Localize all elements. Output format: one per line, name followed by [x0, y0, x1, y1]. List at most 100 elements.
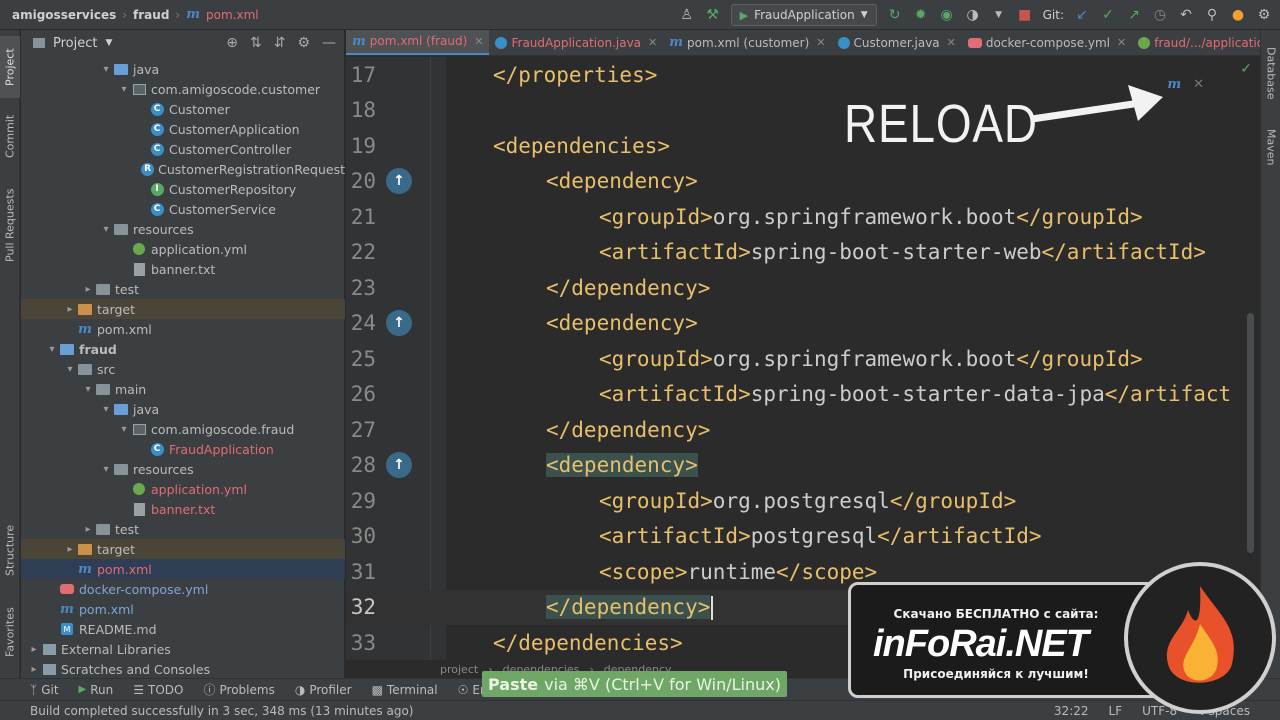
breadcrumb-module[interactable]: fraud	[133, 8, 169, 22]
dependency-update-icon[interactable]: ↑	[386, 168, 412, 195]
tree-item[interactable]: R CustomerRegistrationRequest	[21, 159, 345, 179]
code-line[interactable]: 24 ↑ <dependency>	[346, 306, 1260, 342]
settings-icon[interactable]: ⚙	[1256, 7, 1272, 23]
gear-icon[interactable]: ⚙	[297, 35, 310, 51]
tree-item[interactable]: ▾ resources	[21, 459, 345, 479]
tree-item[interactable]: ▸ test	[21, 519, 345, 539]
editor-tab[interactable]: m pom.xml (fraud) ✕	[346, 30, 490, 55]
rerun-icon[interactable]: ↻	[887, 7, 903, 23]
project-panel-title[interactable]: Project	[53, 36, 97, 51]
tree-item[interactable]: C CustomerService	[21, 199, 345, 219]
chevron-down-icon[interactable]: ▾	[117, 84, 131, 95]
code-line[interactable]: 27 </dependency>	[346, 412, 1260, 448]
editor-crumb[interactable]: project	[440, 663, 478, 676]
build-hammer-icon[interactable]: ⚒	[705, 7, 721, 23]
inspection-ok-icon[interactable]: ✓	[1240, 61, 1252, 77]
tree-item[interactable]: ▸ External Libraries	[21, 639, 345, 659]
tree-item[interactable]: I CustomerRepository	[21, 179, 345, 199]
chevron-down-icon[interactable]: ▾	[117, 424, 131, 435]
user-icon[interactable]: ♙	[679, 7, 695, 23]
tree-item[interactable]: ▸ Scratches and Consoles	[21, 659, 345, 679]
git-commit-icon[interactable]: ✓	[1100, 7, 1116, 23]
tree-item[interactable]: ▾ fraud	[21, 339, 345, 359]
line-separator[interactable]: LF	[1109, 704, 1123, 718]
code-line[interactable]: 29 <groupId>org.postgresql</groupId>	[346, 483, 1260, 519]
code-line[interactable]: 19 <dependencies>	[346, 128, 1260, 164]
tree-item[interactable]: m pom.xml	[21, 559, 345, 579]
close-tab-icon[interactable]: ✕	[474, 35, 483, 48]
chevron-down-icon[interactable]: ▾	[81, 384, 95, 395]
caret-position[interactable]: 32:22	[1054, 704, 1089, 718]
close-tab-icon[interactable]: ✕	[816, 36, 825, 49]
close-icon[interactable]: ✕	[1193, 77, 1204, 92]
editor-tab[interactable]: Customer.java ✕	[832, 30, 962, 55]
tool-tab-database[interactable]: Database	[1261, 38, 1280, 108]
stop-icon[interactable]: ■	[1017, 7, 1033, 23]
code-line[interactable]: 30 <artifactId>postgresql</artifactId>	[346, 519, 1260, 555]
tree-item[interactable]: banner.txt	[21, 499, 345, 519]
tree-item[interactable]: C CustomerApplication	[21, 119, 345, 139]
tool-window-terminal[interactable]: ▩ Terminal	[372, 683, 438, 697]
more-run-chevron-icon[interactable]: ▼	[991, 10, 1007, 20]
tree-item[interactable]: ▾ main	[21, 379, 345, 399]
chevron-down-icon[interactable]: ▾	[63, 364, 77, 375]
breadcrumb-file[interactable]: pom.xml	[206, 8, 259, 22]
tool-tab-project[interactable]: Project	[0, 36, 20, 98]
tool-window-run[interactable]: ▶ Run	[79, 683, 114, 697]
tool-window-git[interactable]: ᛉ Git	[30, 683, 59, 697]
hide-icon[interactable]: —	[322, 35, 336, 51]
code-editor[interactable]: 17 </properties> 18 19 <dependencies> 20 ↑ <dep…	[346, 57, 1260, 660]
git-history-icon[interactable]: ◷	[1152, 7, 1168, 23]
collapse-all-icon[interactable]: ⇵	[274, 35, 286, 51]
chevron-right-icon[interactable]: ▸	[63, 304, 77, 315]
editor-tab[interactable]: m pom.xml (customer) ✕	[663, 30, 831, 55]
chevron-right-icon[interactable]: ▸	[27, 664, 41, 675]
locate-icon[interactable]: ⊕	[226, 35, 238, 51]
chevron-down-icon[interactable]: ▾	[99, 464, 113, 475]
tree-item[interactable]: C Customer	[21, 99, 345, 119]
profiler-icon[interactable]: ◑	[965, 7, 981, 23]
code-line[interactable]: 25 <groupId>org.springframework.boot</gro…	[346, 341, 1260, 377]
tool-tab-pull-requests[interactable]: Pull Requests	[0, 180, 20, 270]
run-configuration-select[interactable]: ▶ FraudApplication ▼	[730, 4, 877, 26]
tree-item[interactable]: docker-compose.yml	[21, 579, 345, 599]
tree-item[interactable]: ▸ target	[21, 539, 345, 559]
tree-item[interactable]: M README.md	[21, 619, 345, 639]
code-line[interactable]: 23 </dependency>	[346, 270, 1260, 306]
tree-item[interactable]: application.yml	[21, 239, 345, 259]
git-rollback-icon[interactable]: ↶	[1178, 7, 1194, 23]
chevron-down-icon[interactable]: ▾	[99, 404, 113, 415]
tool-tab-structure[interactable]: Structure	[0, 518, 20, 582]
chevron-right-icon[interactable]: ▸	[81, 284, 95, 295]
tool-window-todo[interactable]: ☰ TODO	[133, 683, 183, 697]
git-update-icon[interactable]: ↙	[1074, 7, 1090, 23]
tree-item[interactable]: ▾ java	[21, 59, 345, 79]
chevron-right-icon[interactable]: ▸	[27, 644, 41, 655]
editor-scrollbar[interactable]	[1247, 313, 1254, 553]
tree-item[interactable]: ▾ com.amigoscode.fraud	[21, 419, 345, 439]
chevron-down-icon[interactable]: ▼	[105, 38, 112, 48]
tool-tab-favorites[interactable]: Favorites	[0, 600, 20, 664]
code-line[interactable]: 28 ↑ <dependency>	[346, 448, 1260, 484]
chevron-right-icon[interactable]: ▸	[63, 544, 77, 555]
chevron-down-icon[interactable]: ▾	[45, 344, 59, 355]
code-line[interactable]: 21 <groupId>org.springframework.boot</gro…	[346, 199, 1260, 235]
tree-item[interactable]: ▾ src	[21, 359, 345, 379]
tree-item[interactable]: ▾ java	[21, 399, 345, 419]
maven-reload-icon[interactable]: m	[1167, 77, 1181, 92]
chevron-down-icon[interactable]: ▾	[99, 224, 113, 235]
dependency-update-icon[interactable]: ↑	[386, 452, 412, 479]
close-tab-icon[interactable]: ✕	[947, 36, 956, 49]
tree-item[interactable]: application.yml	[21, 479, 345, 499]
breadcrumb-project[interactable]: amigosservices	[12, 8, 116, 22]
tree-item[interactable]: m pom.xml	[21, 599, 345, 619]
tree-item[interactable]: C CustomerController	[21, 139, 345, 159]
chevron-right-icon[interactable]: ▸	[81, 524, 95, 535]
tool-window-profiler[interactable]: ◑ Profiler	[295, 683, 352, 697]
status-message[interactable]: Build completed successfully in 3 sec, 3…	[30, 704, 413, 718]
editor-tab[interactable]: docker-compose.yml ✕	[962, 30, 1132, 55]
editor-tab[interactable]: fraud/.../application.yml✕	[1132, 30, 1260, 55]
close-tab-icon[interactable]: ✕	[648, 36, 657, 49]
code-line[interactable]: 26 <artifactId>spring-boot-starter-data-j…	[346, 377, 1260, 413]
code-line[interactable]: 22 <artifactId>spring-boot-starter-web</a…	[346, 235, 1260, 271]
